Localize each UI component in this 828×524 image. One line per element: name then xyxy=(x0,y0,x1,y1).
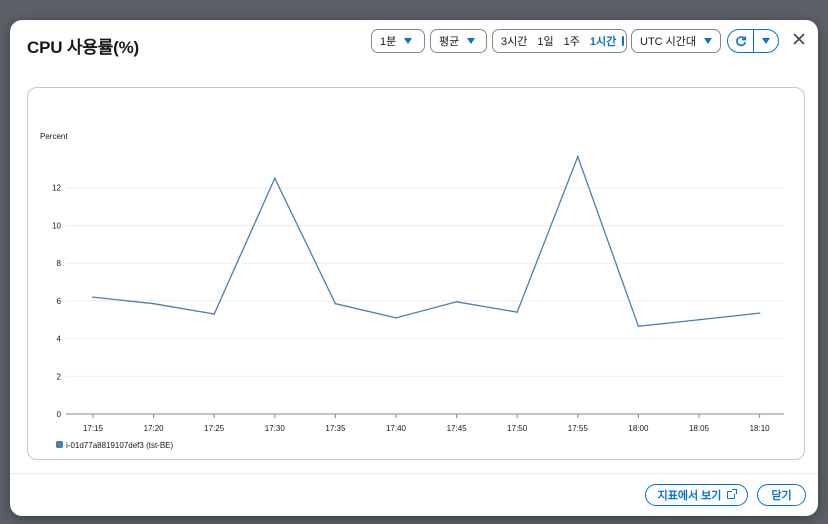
x-tick-label: 17:15 xyxy=(83,424,104,433)
x-tick-label: 17:20 xyxy=(144,424,165,433)
data-point xyxy=(455,301,458,303)
close-footer-button[interactable]: 닫기 xyxy=(757,484,806,506)
data-point xyxy=(637,325,640,328)
data-point xyxy=(577,155,579,158)
x-tick-label: 17:35 xyxy=(325,424,346,433)
range-option-1w[interactable]: 1주 xyxy=(564,33,580,49)
view-in-metrics-button[interactable]: 지표에서 보기 xyxy=(645,484,748,506)
chevron-down-icon xyxy=(762,38,770,44)
x-tick-label: 18:00 xyxy=(628,424,649,433)
x-tick-label: 17:25 xyxy=(204,424,225,433)
data-point xyxy=(516,311,518,313)
refresh-options-button[interactable] xyxy=(754,30,778,52)
y-tick-label: 6 xyxy=(57,297,62,306)
refresh-button[interactable] xyxy=(728,30,754,52)
statistic-value: 평균 xyxy=(439,36,460,48)
data-point xyxy=(152,302,155,305)
x-tick-label: 17:30 xyxy=(265,424,286,433)
period-select[interactable]: 1분 xyxy=(371,29,425,53)
cpu-line-chart: Percent 0 2 4 6 8 10 12 17:15 17:20 17:25 17:30 17:3… xyxy=(40,132,784,450)
x-tick-label: 18:10 xyxy=(750,424,771,433)
caret-down-icon xyxy=(704,38,713,44)
y-tick-label: 2 xyxy=(57,372,62,381)
legend-label: i-01d77a8819107def3 (tst-BE) xyxy=(66,441,174,450)
timezone-select[interactable]: UTC 시간대 xyxy=(631,29,721,53)
legend-swatch xyxy=(56,441,63,448)
cpu-utilization-modal: CPU 사용률(%) 1분 평균 3시간 1일 1주 1시간 UTC 시간대 P… xyxy=(10,20,818,516)
external-link-icon xyxy=(727,489,738,499)
y-tick-label: 10 xyxy=(52,221,61,230)
x-tick-label: 17:50 xyxy=(507,424,528,433)
y-tick-label: 0 xyxy=(57,410,62,419)
statistic-select[interactable]: 평균 xyxy=(430,29,487,53)
close-button[interactable] xyxy=(789,30,809,50)
modal-title: CPU 사용률(%) xyxy=(27,38,139,57)
range-option-3h[interactable]: 3시간 xyxy=(501,33,527,49)
x-tick-label: 17:45 xyxy=(447,424,468,433)
modal-footer: 지표에서 보기 닫기 xyxy=(10,473,818,516)
range-option-1d[interactable]: 1일 xyxy=(537,33,553,49)
refresh-split-button xyxy=(727,29,779,53)
close-footer-label: 닫기 xyxy=(771,490,792,502)
data-point xyxy=(334,302,337,305)
data-point xyxy=(213,313,215,315)
caret-down-icon xyxy=(467,38,476,44)
x-tick-label: 18:05 xyxy=(689,424,710,433)
y-tick-label: 12 xyxy=(52,184,61,193)
data-point xyxy=(395,317,397,319)
y-axis-label: Percent xyxy=(40,132,68,141)
time-range-selector: 3시간 1일 1주 1시간 xyxy=(492,29,627,53)
data-point xyxy=(698,318,700,321)
range-option-1h-selected[interactable]: 1시간 xyxy=(590,33,616,49)
data-point xyxy=(92,296,94,298)
chart-container: Percent 0 2 4 6 8 10 12 17:15 17:20 17:25 17:30 17:3… xyxy=(27,87,805,460)
timezone-value: UTC 시간대 xyxy=(640,36,697,48)
close-icon xyxy=(793,33,805,45)
x-tick-label: 17:55 xyxy=(568,424,589,433)
y-tick-label: 8 xyxy=(57,259,62,268)
data-point xyxy=(274,177,276,180)
period-value: 1분 xyxy=(380,36,397,48)
x-tick-label: 17:40 xyxy=(386,424,407,433)
y-tick-label: 4 xyxy=(57,335,62,344)
refresh-icon xyxy=(735,36,746,47)
data-point xyxy=(758,312,761,314)
view-in-metrics-label: 지표에서 보기 xyxy=(657,490,722,502)
caret-down-icon xyxy=(404,38,413,44)
calendar-icon[interactable] xyxy=(622,36,625,46)
modal-header: CPU 사용률(%) 1분 평균 3시간 1일 1주 1시간 UTC 시간대 xyxy=(10,20,818,70)
